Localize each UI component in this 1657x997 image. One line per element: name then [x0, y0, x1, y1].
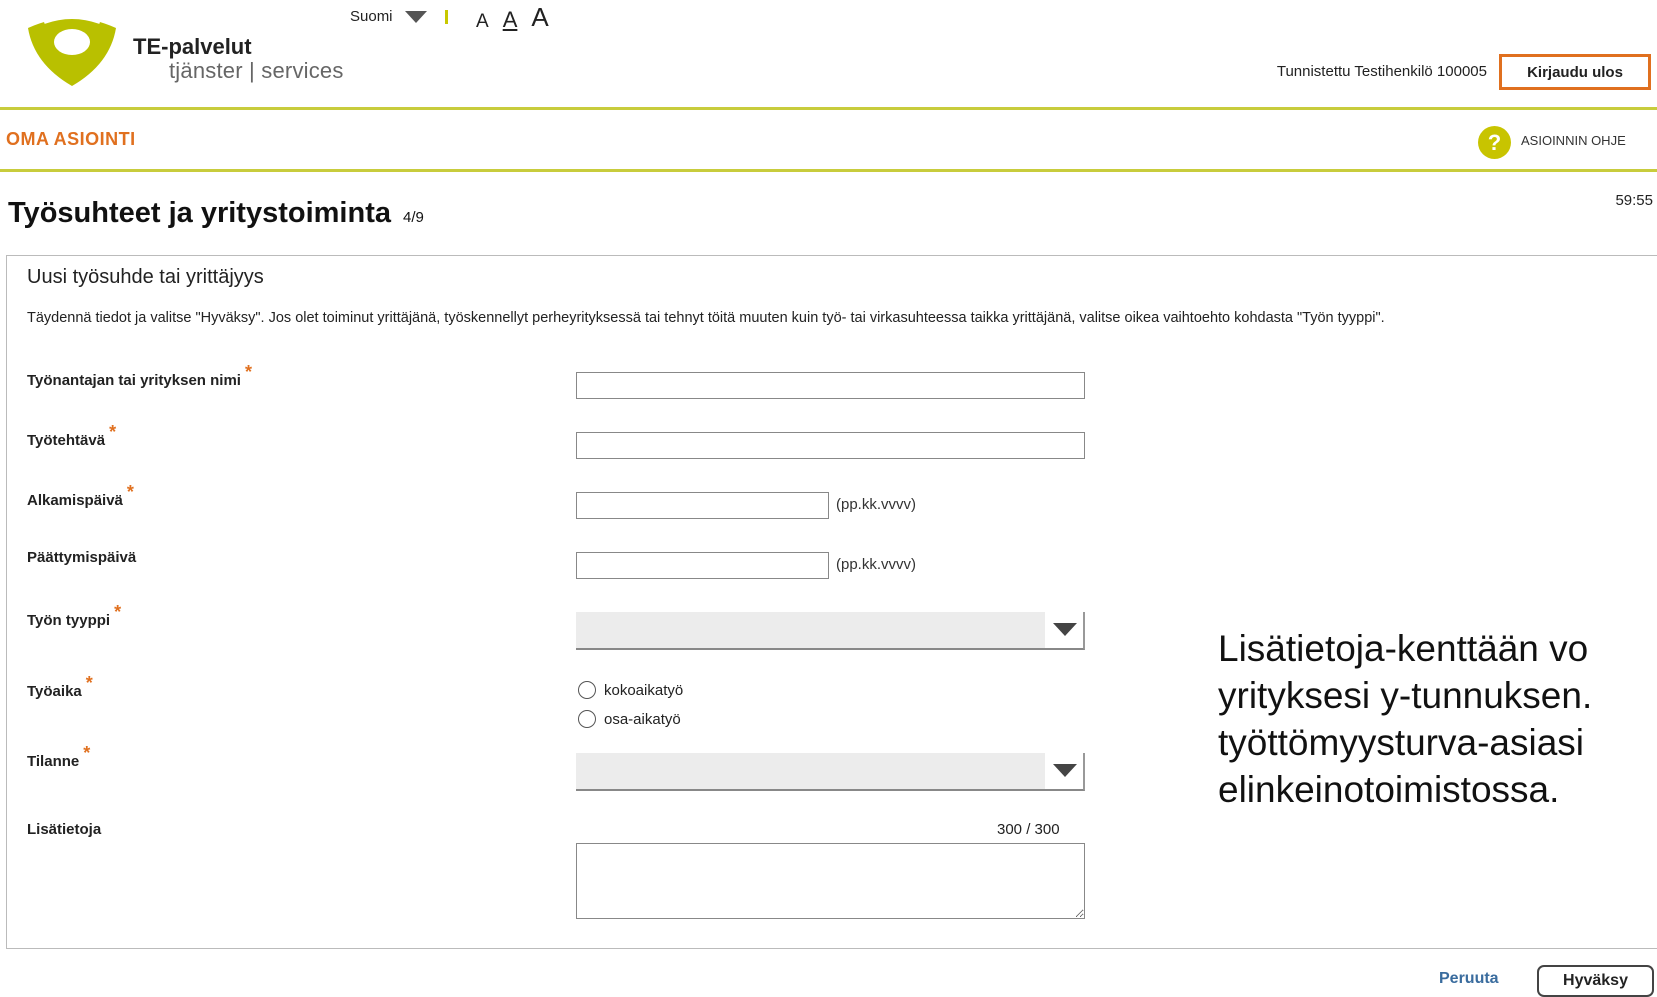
authenticated-user-label: Tunnistettu Testihenkilö 100005 — [1276, 63, 1487, 80]
section-name[interactable]: OMA ASIOINTI — [6, 129, 136, 150]
radio-label: osa-aikatyö — [604, 710, 681, 728]
task-label-text: Työtehtävä — [27, 432, 106, 449]
start-date-label: Alkamispäivä * — [27, 482, 134, 510]
working-time-label: Työaika * — [27, 673, 93, 701]
chevron-down-icon[interactable] — [1045, 612, 1083, 648]
situation-select[interactable] — [576, 753, 1085, 791]
brand-subtitle: tjänster | services — [169, 58, 344, 83]
required-marker: * — [109, 422, 117, 442]
callout-line: elinkeinotoimistossa. — [1218, 769, 1560, 810]
radio-label: kokoaikatyö — [604, 681, 684, 699]
header-divider — [0, 107, 1657, 110]
step-indicator: 4/9 — [403, 209, 424, 226]
form-title: Uusi työsuhde tai yrittäjyys — [27, 266, 264, 288]
callout-line: Lisätietoja-kenttään vo — [1218, 628, 1589, 669]
required-marker: * — [244, 362, 252, 382]
employer-label-text: Työnantajan tai yrityksen nimi — [27, 372, 241, 389]
task-input[interactable] — [576, 432, 1085, 459]
employer-input[interactable] — [576, 372, 1085, 399]
language-selector[interactable]: Suomi — [350, 8, 448, 25]
page-title: Työsuhteet ja yritystoiminta 4/9 — [8, 197, 424, 230]
additional-info-label: Lisätietoja — [27, 821, 101, 838]
chevron-down-icon — [404, 10, 427, 23]
end-date-input[interactable] — [576, 552, 829, 579]
task-label: Työtehtävä * — [27, 422, 116, 450]
employer-label: Työnantajan tai yrityksen nimi * — [27, 362, 252, 390]
radio-button[interactable] — [578, 710, 596, 728]
working-time-option-full-time[interactable]: kokoaikatyö — [578, 681, 683, 699]
required-marker: * — [126, 482, 134, 502]
instruction-callout: Lisätietoja-kenttään vo yrityksesi y-tun… — [1218, 625, 1592, 813]
end-date-label-text: Päättymispäivä — [27, 549, 137, 566]
cancel-link[interactable]: Peruuta — [1439, 970, 1499, 988]
logout-button[interactable]: Kirjaudu ulos — [1499, 54, 1651, 90]
required-marker: * — [85, 673, 93, 693]
end-date-label: Päättymispäivä — [27, 549, 136, 566]
font-size-small-button[interactable]: A — [476, 11, 489, 33]
character-counter: 300 / 300 — [997, 821, 1060, 838]
font-size-controls: A A A — [476, 2, 549, 33]
situation-label: Tilanne * — [27, 743, 90, 771]
work-type-label-text: Työn tyyppi — [27, 612, 111, 629]
end-date-format-hint: (pp.kk.vvvv) — [836, 556, 917, 573]
font-size-large-button[interactable]: A — [531, 2, 548, 33]
language-label: Suomi — [350, 8, 393, 25]
start-date-input[interactable] — [576, 492, 829, 519]
help-link[interactable]: ASIOINNIN OHJE — [1521, 133, 1626, 148]
session-timer: 59:55 — [1615, 192, 1653, 209]
nav-divider — [0, 169, 1657, 172]
form-panel: Uusi työsuhde tai yrittäjyys Täydennä ti… — [6, 255, 1657, 949]
radio-button[interactable] — [578, 681, 596, 699]
te-palvelut-logo-icon — [28, 15, 116, 86]
working-time-label-text: Työaika — [27, 683, 82, 700]
additional-info-label-text: Lisätietoja — [27, 821, 102, 838]
page-title-text: Työsuhteet ja yritystoiminta — [8, 197, 391, 229]
start-date-format-hint: (pp.kk.vvvv) — [836, 496, 917, 513]
help-icon[interactable]: ? — [1478, 126, 1511, 159]
start-date-label-text: Alkamispäivä — [27, 492, 123, 509]
situation-label-text: Tilanne — [27, 753, 80, 770]
required-marker: * — [83, 743, 91, 763]
required-marker: * — [114, 602, 122, 622]
font-size-medium-button[interactable]: A — [503, 7, 518, 33]
brand-name: TE-palvelut — [133, 34, 252, 59]
callout-line: työttömyysturva-asiasi — [1218, 722, 1584, 763]
callout-line: yrityksesi y-tunnuksen. — [1218, 675, 1593, 716]
accept-button[interactable]: Hyväksy — [1537, 965, 1654, 997]
divider — [444, 9, 448, 24]
work-type-label: Työn tyyppi * — [27, 602, 121, 630]
form-description: Täydennä tiedot ja valitse "Hyväksy". Jo… — [27, 310, 1385, 326]
work-type-select[interactable] — [576, 612, 1085, 650]
chevron-down-icon[interactable] — [1045, 753, 1083, 789]
working-time-option-part-time[interactable]: osa-aikatyö — [578, 710, 681, 728]
additional-info-textarea[interactable] — [576, 843, 1085, 919]
